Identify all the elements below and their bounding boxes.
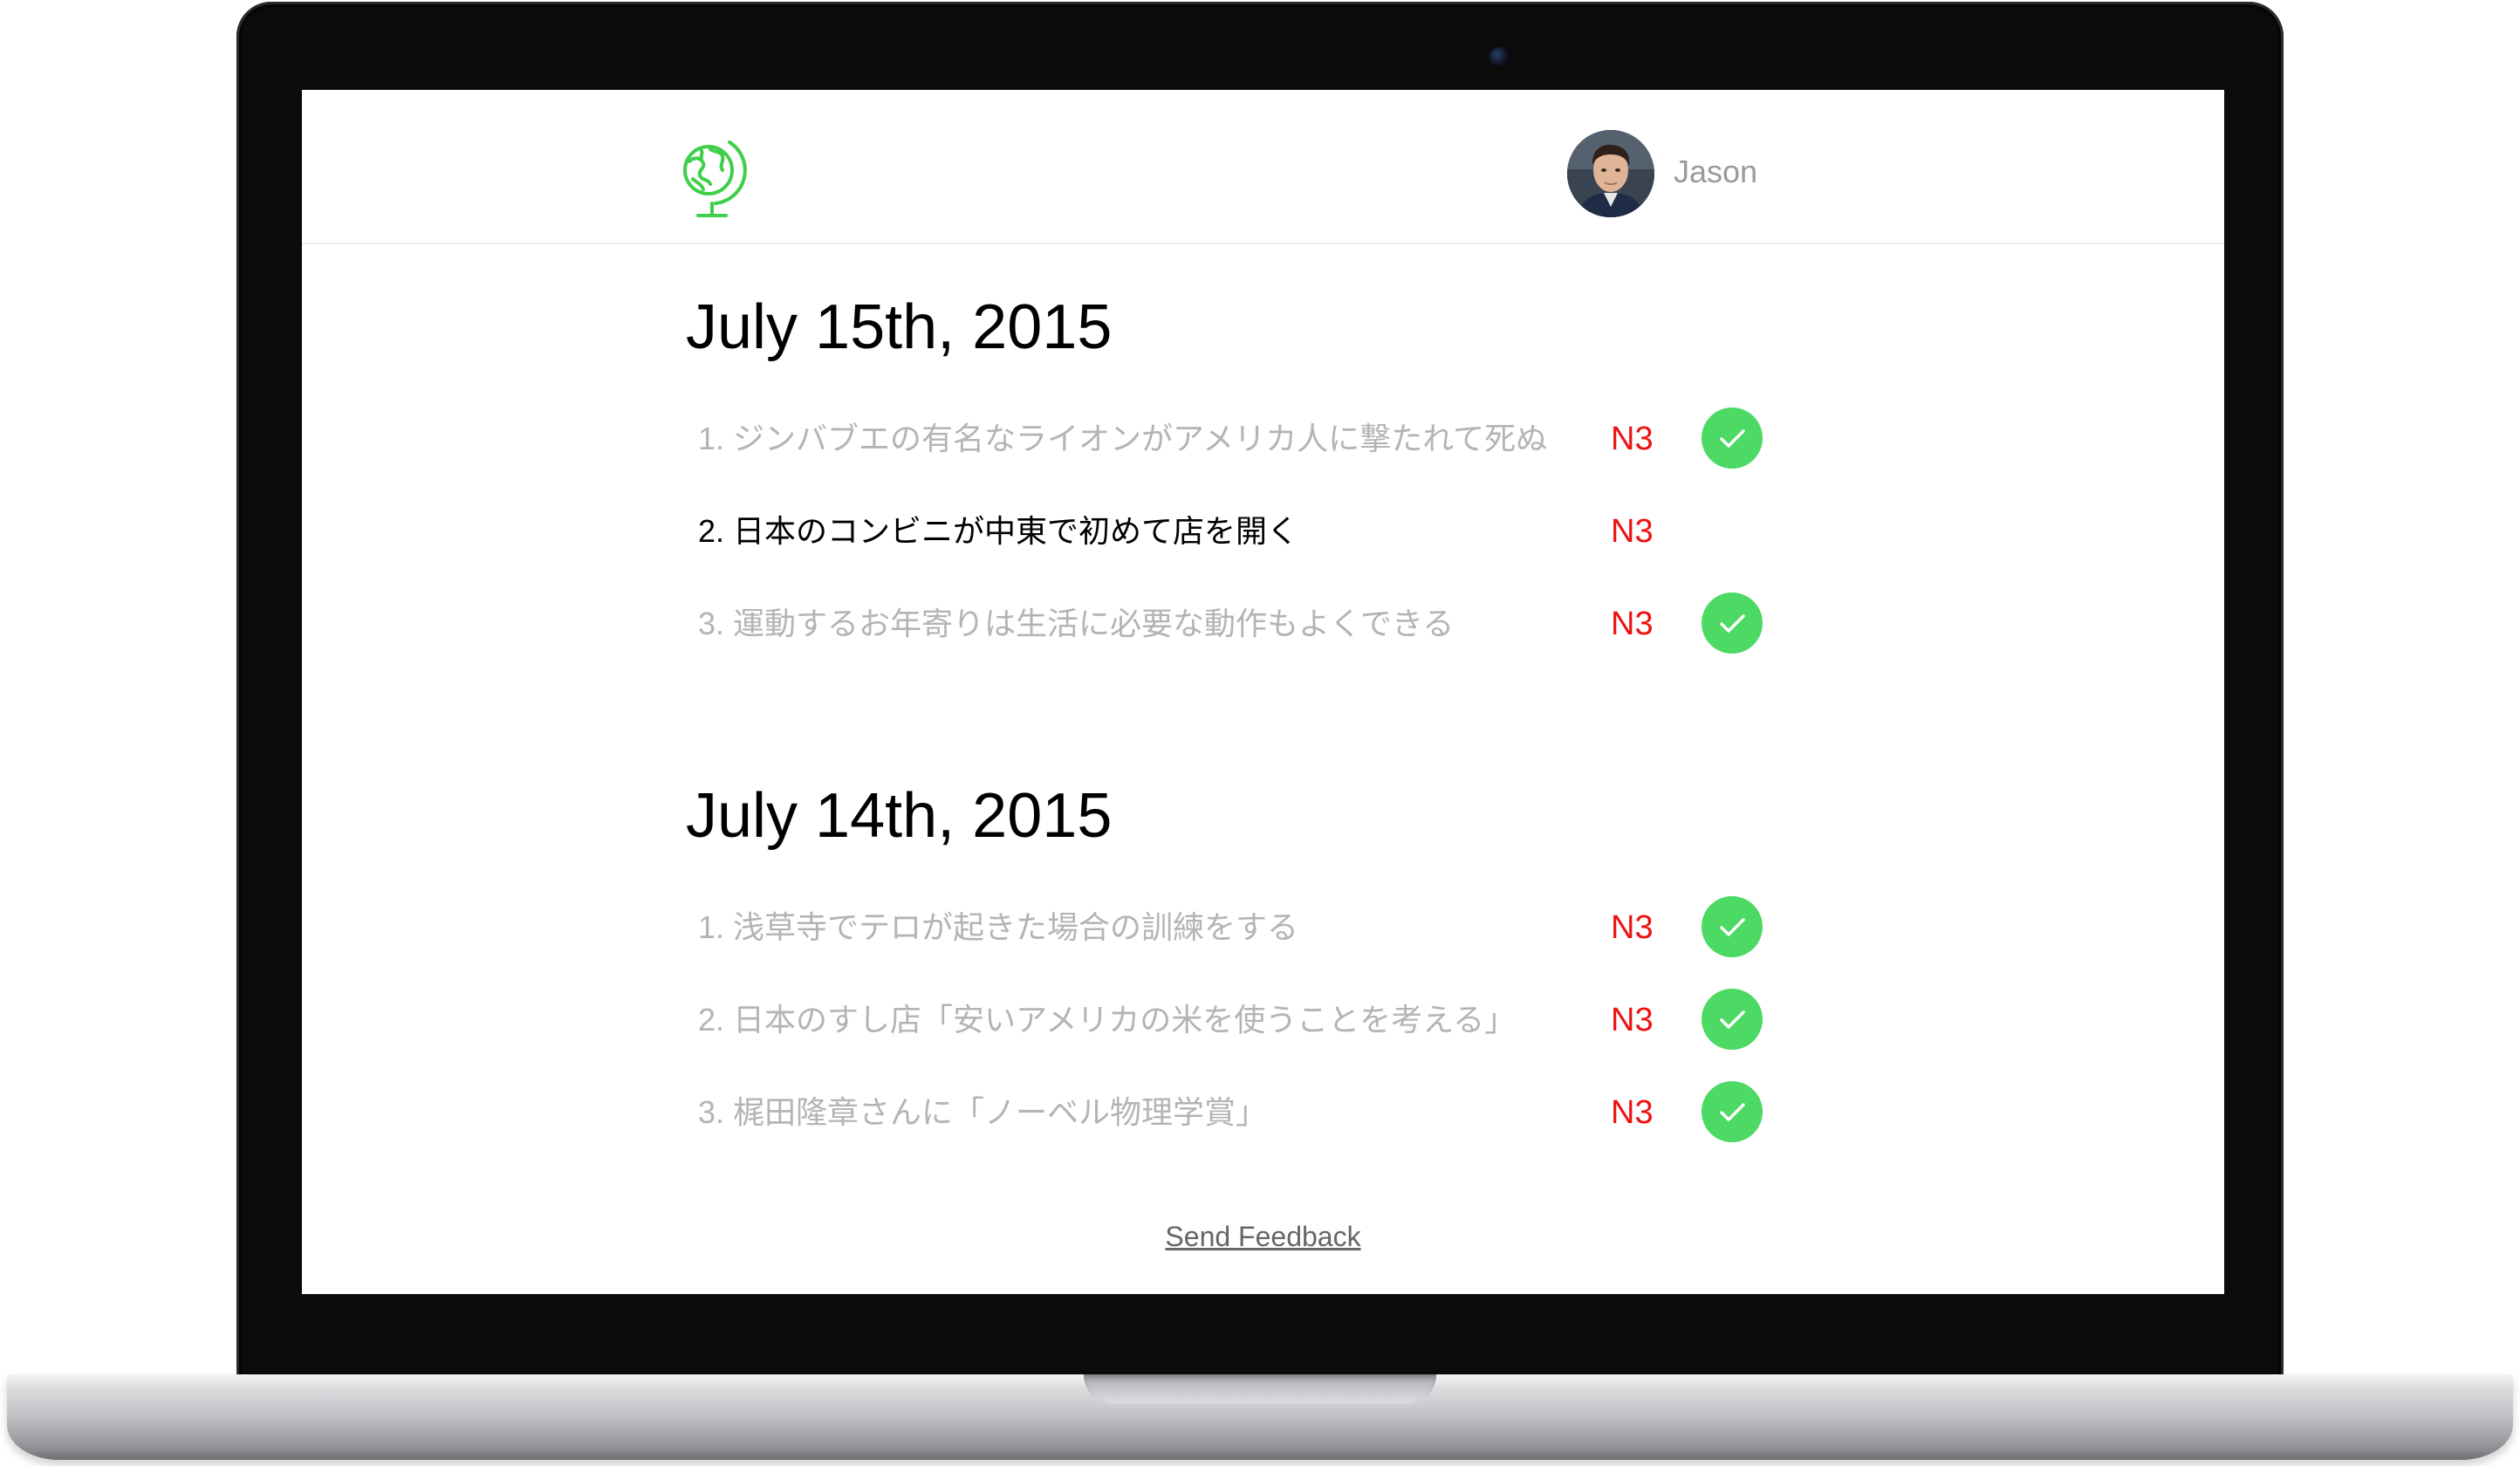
jlpt-level-badge: N3 xyxy=(1611,421,1654,457)
globe-icon[interactable] xyxy=(675,135,750,223)
article-title[interactable]: 1. 浅草寺でテロが起きた場合の訓練をする xyxy=(698,908,1298,947)
list-item[interactable]: 3. 運動するお年寄りは生活に必要な動作もよくできる N3 xyxy=(686,589,1820,659)
list-item[interactable]: 2. 日本のすし店「安いアメリカの米を使うことを考える」 N3 xyxy=(686,985,1820,1055)
camera-icon xyxy=(1489,47,1509,66)
checkmark-icon xyxy=(1702,593,1763,654)
article-title[interactable]: 2. 日本のすし店「安いアメリカの米を使うことを考える」 xyxy=(698,1001,1516,1039)
checkmark-icon xyxy=(1702,989,1763,1050)
jlpt-level-badge: N3 xyxy=(1611,606,1654,642)
date-heading: July 15th, 2015 xyxy=(686,292,1113,362)
list-item[interactable]: 1. ジンバブエの有名なライオンがアメリカ人に撃たれて死ぬ N3 xyxy=(686,404,1820,474)
app-screen: Jason July 15th, 2015 1. ジンバブエの有名なライオンがア… xyxy=(302,90,2224,1294)
checkmark-icon xyxy=(1702,1081,1763,1142)
article-title[interactable]: 3. 梶田隆章さんに「ノーベル物理学賞」 xyxy=(698,1093,1267,1132)
jlpt-level-badge: N3 xyxy=(1611,1094,1654,1131)
article-title[interactable]: 3. 運動するお年寄りは生活に必要な動作もよくできる xyxy=(698,605,1454,643)
list-item[interactable]: 2. 日本のコンビニが中東で初めて店を開く N3 xyxy=(686,497,1820,566)
article-title[interactable]: 2. 日本のコンビニが中東で初めて店を開く xyxy=(698,512,1298,551)
laptop-notch xyxy=(1084,1374,1436,1404)
username[interactable]: Jason xyxy=(1674,153,1757,191)
checkmark-icon xyxy=(1702,896,1763,957)
footer: Send Feedback xyxy=(302,1219,2224,1254)
article-title[interactable]: 1. ジンバブエの有名なライオンがアメリカ人に撃たれて死ぬ xyxy=(698,420,1547,458)
app-header: Jason xyxy=(302,90,2224,244)
jlpt-level-badge: N3 xyxy=(1611,909,1654,946)
date-heading: July 14th, 2015 xyxy=(686,781,1113,851)
checkmark-icon xyxy=(1702,408,1763,469)
laptop-mockup: Jason July 15th, 2015 1. ジンバブエの有名なライオンがア… xyxy=(0,0,2520,1466)
avatar[interactable] xyxy=(1567,130,1654,217)
list-item[interactable]: 3. 梶田隆章さんに「ノーベル物理学賞」 N3 xyxy=(686,1078,1820,1147)
send-feedback-link[interactable]: Send Feedback xyxy=(1165,1221,1360,1252)
jlpt-level-badge: N3 xyxy=(1611,513,1654,550)
list-item[interactable]: 1. 浅草寺でテロが起きた場合の訓練をする N3 xyxy=(686,893,1820,962)
jlpt-level-badge: N3 xyxy=(1611,1002,1654,1038)
